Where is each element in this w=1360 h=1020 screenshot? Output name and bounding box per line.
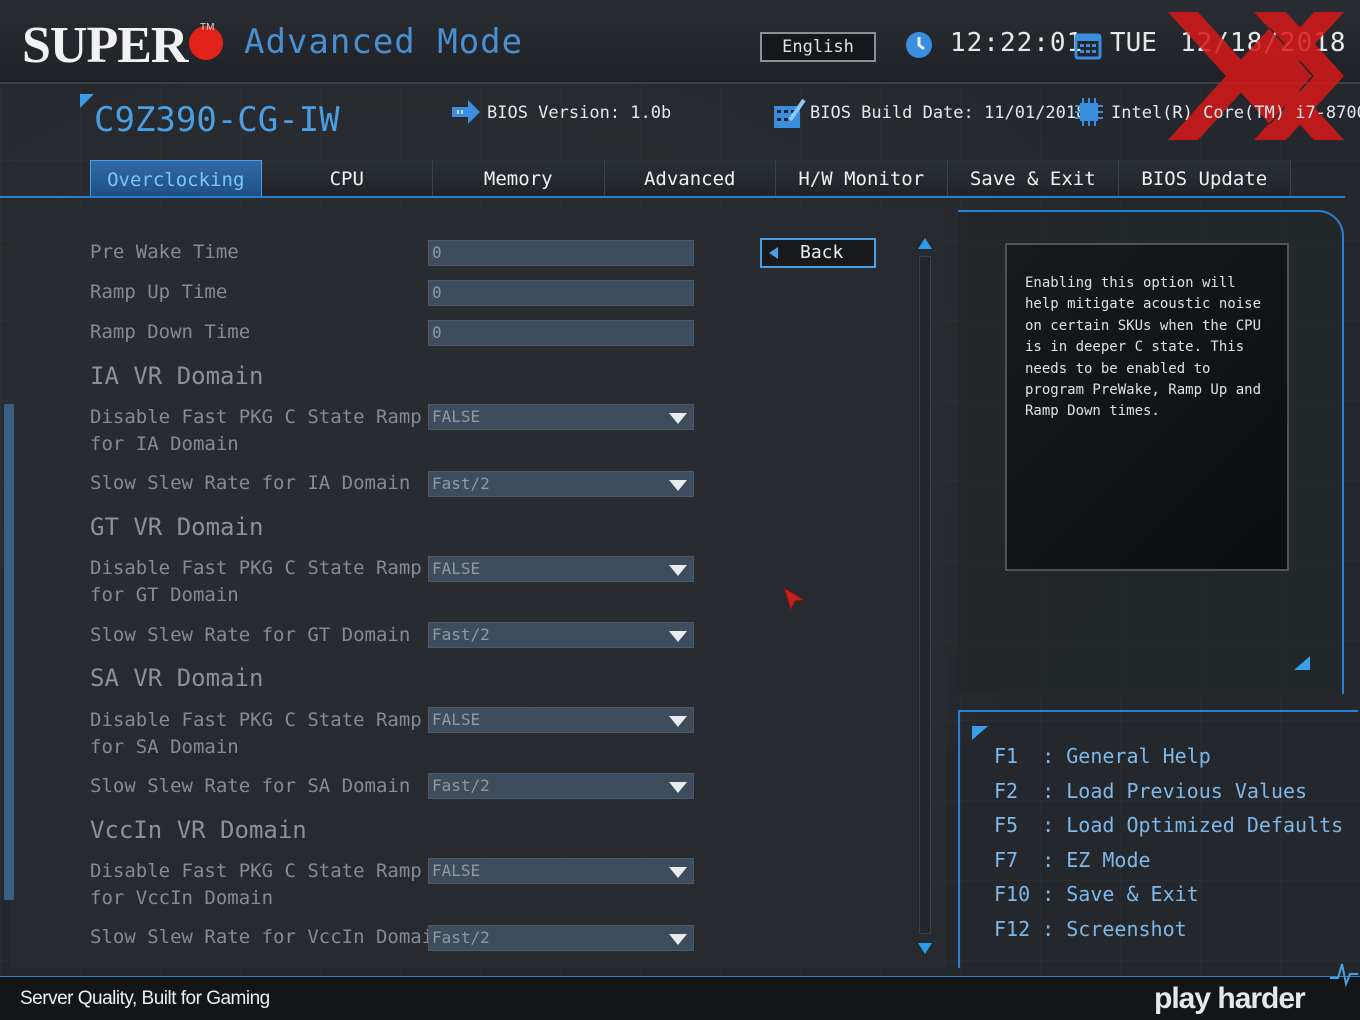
back-arrow-icon bbox=[769, 247, 778, 259]
corner-marker bbox=[972, 726, 988, 740]
setting-label: Slow Slew Rate for VccIn Domain bbox=[90, 926, 445, 948]
board-model: C9Z390-CG-IW bbox=[94, 100, 340, 140]
logo-trademark: TM bbox=[200, 22, 215, 33]
tab-underline bbox=[0, 196, 1345, 198]
setting-label: Slow Slew Rate for GT Domain bbox=[90, 624, 411, 646]
tab-overclocking[interactable]: Overclocking bbox=[90, 160, 262, 198]
ramp-down-time-input[interactable]: 0 bbox=[428, 320, 694, 346]
setting-label: Ramp Up Time bbox=[90, 281, 228, 303]
cpu-chip-icon bbox=[1075, 98, 1103, 126]
build-tool-icon bbox=[774, 98, 806, 128]
scroll-down-arrow-icon[interactable] bbox=[918, 943, 932, 954]
hotkey-f1: F1 : General Help bbox=[994, 744, 1211, 768]
setting-label: Ramp Down Time bbox=[90, 321, 251, 343]
system-day: TUE bbox=[1110, 28, 1157, 58]
bios-version: BIOS Version: 1.0b bbox=[487, 103, 672, 123]
section-heading: SA VR Domain bbox=[90, 664, 264, 692]
tab-bios-update[interactable]: BIOS Update bbox=[1119, 160, 1291, 198]
select-value: FALSE bbox=[432, 861, 481, 880]
setting-label: Slow Slew Rate for SA Domain bbox=[90, 775, 411, 797]
ramp-up-time-input[interactable]: 0 bbox=[428, 280, 694, 306]
hotkey-f2: F2 : Load Previous Values bbox=[994, 779, 1308, 803]
bios-build-date: BIOS Build Date: 11/01/2018 bbox=[810, 103, 1087, 123]
section-heading: VccIn VR Domain bbox=[90, 816, 307, 844]
hotkey-f10: F10 : Save & Exit bbox=[994, 882, 1199, 906]
select-value: FALSE bbox=[432, 710, 481, 729]
tab-advanced[interactable]: Advanced bbox=[604, 160, 776, 198]
help-description: Enabling this option will help mitigate … bbox=[1005, 243, 1289, 571]
vccin-slew-rate-select[interactable]: Fast/2 bbox=[428, 925, 694, 951]
tab-save-exit[interactable]: Save & Exit bbox=[947, 160, 1119, 198]
scroll-thumb[interactable] bbox=[4, 404, 14, 900]
ia-slew-rate-select[interactable]: Fast/2 bbox=[428, 471, 694, 497]
select-value: Fast/2 bbox=[432, 474, 490, 493]
tab-cpu[interactable]: CPU bbox=[261, 160, 433, 198]
settings-scrollbar[interactable] bbox=[916, 238, 934, 954]
heartbeat-icon bbox=[1330, 963, 1358, 988]
scroll-track[interactable] bbox=[919, 256, 931, 934]
select-value: Fast/2 bbox=[432, 625, 490, 644]
sa-slew-rate-select[interactable]: Fast/2 bbox=[428, 773, 694, 799]
back-button[interactable]: Back bbox=[760, 238, 876, 268]
pre-wake-time-input[interactable]: 0 bbox=[428, 240, 694, 266]
hotkey-f12: F12 : Screenshot bbox=[994, 917, 1187, 941]
supermicro-logo: SUPER bbox=[22, 18, 224, 74]
dropdown-arrow-icon bbox=[669, 934, 687, 945]
system-time[interactable]: 12:22:01 bbox=[950, 28, 1083, 58]
sa-disable-fast-ramp-select[interactable]: FALSE bbox=[428, 707, 694, 733]
tab-hw-monitor[interactable]: H/W Monitor bbox=[776, 160, 948, 198]
scroll-up-arrow-icon[interactable] bbox=[918, 238, 932, 249]
corner-marker bbox=[1294, 656, 1310, 670]
clock-icon bbox=[906, 32, 932, 58]
gt-slew-rate-select[interactable]: Fast/2 bbox=[428, 622, 694, 648]
setting-label: Disable Fast PKG C State Ramp for VccIn … bbox=[90, 860, 422, 909]
dropdown-arrow-icon bbox=[669, 716, 687, 727]
bios-chip-icon bbox=[452, 100, 480, 124]
select-value: FALSE bbox=[432, 407, 481, 426]
hotkey-f7: F7 : EZ Mode bbox=[994, 848, 1151, 872]
select-value: Fast/2 bbox=[432, 928, 490, 947]
corner-marker bbox=[80, 94, 94, 108]
vccin-disable-fast-ramp-select[interactable]: FALSE bbox=[428, 858, 694, 884]
dropdown-arrow-icon bbox=[669, 867, 687, 878]
mode-title: Advanced Mode bbox=[244, 22, 524, 62]
dropdown-arrow-icon bbox=[669, 631, 687, 642]
footer-brand: play harder bbox=[1154, 982, 1306, 1015]
calendar-icon bbox=[1074, 33, 1102, 60]
gt-disable-fast-ramp-select[interactable]: FALSE bbox=[428, 556, 694, 582]
ia-disable-fast-ramp-select[interactable]: FALSE bbox=[428, 404, 694, 430]
section-heading: IA VR Domain bbox=[90, 362, 264, 390]
select-value: Fast/2 bbox=[432, 776, 490, 795]
dropdown-arrow-icon bbox=[669, 782, 687, 793]
setting-label: Disable Fast PKG C State Ramp for SA Dom… bbox=[90, 709, 422, 758]
main-tabs: Overclocking CPU Memory Advanced H/W Mon… bbox=[90, 160, 1291, 198]
dropdown-arrow-icon bbox=[669, 413, 687, 424]
tab-memory[interactable]: Memory bbox=[433, 160, 605, 198]
setting-label: Disable Fast PKG C State Ramp for IA Dom… bbox=[90, 406, 422, 455]
dropdown-arrow-icon bbox=[669, 480, 687, 491]
setting-label: Disable Fast PKG C State Ramp for GT Dom… bbox=[90, 557, 422, 606]
setting-label: Slow Slew Rate for IA Domain bbox=[90, 472, 411, 494]
select-value: FALSE bbox=[432, 559, 481, 578]
cpu-model: Intel(R) Core(TM) i7-8700K bbox=[1111, 103, 1360, 123]
footer-slogan: Server Quality, Built for Gaming bbox=[20, 988, 270, 1009]
setting-label: Pre Wake Time bbox=[90, 241, 239, 263]
section-heading: GT VR Domain bbox=[90, 513, 264, 541]
dropdown-arrow-icon bbox=[669, 565, 687, 576]
mouse-cursor-icon bbox=[783, 586, 806, 612]
hotkey-f5: F5 : Load Optimized Defaults bbox=[994, 813, 1344, 837]
language-button[interactable]: English bbox=[760, 32, 876, 62]
back-label: Back bbox=[800, 242, 844, 263]
